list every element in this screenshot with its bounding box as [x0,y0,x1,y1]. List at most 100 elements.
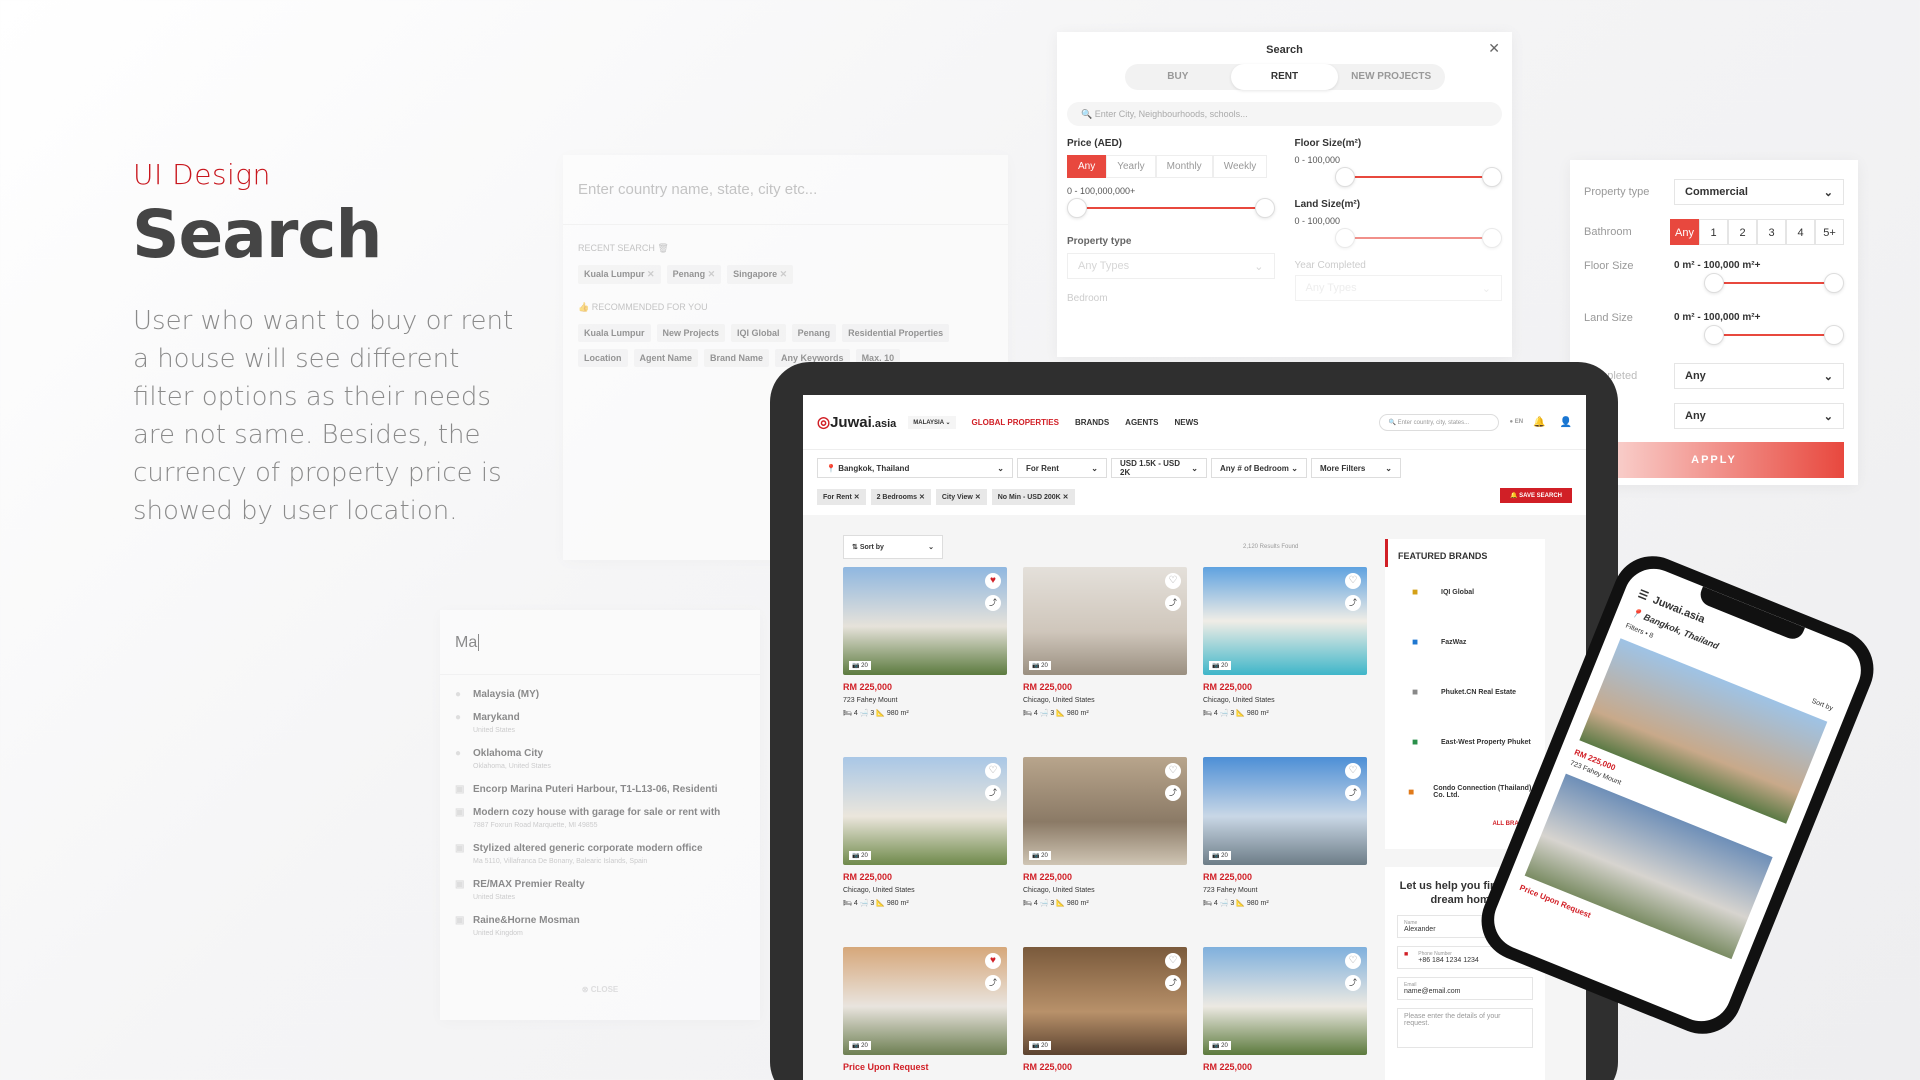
autocomplete-item[interactable]: ▣ Raine&Horne Mosman United Kingdom [440,909,760,945]
bathroom-option[interactable]: Any [1670,219,1699,245]
recommended-tag[interactable]: New Projects [656,324,726,342]
heart-icon[interactable]: ♡ [1345,573,1361,589]
brand-item[interactable]: ■ Phuket.CN Real Estate [1385,667,1545,717]
listing-photo[interactable]: ♡ ⤴ 📷 20 [1023,947,1187,1055]
site-search-input[interactable]: 🔍 Enter country, city, states... [1379,413,1500,431]
heart-icon[interactable]: ♡ [1345,953,1361,969]
recommended-tag[interactable]: Location [578,349,628,367]
recommended-tag[interactable]: Penang [791,324,837,342]
menu-icon[interactable]: ☰ [1636,587,1650,603]
brand-item[interactable]: ■ Condo Connection (Thailand) Co. Ltd. [1385,767,1545,817]
price-slider[interactable] [1067,196,1275,220]
autocomplete-item[interactable]: ▣ Stylized altered generic corporate mode… [440,837,760,873]
bathroom-option[interactable]: 1 [1699,219,1728,245]
share-icon[interactable]: ⤴ [985,975,1001,991]
bathroom-option[interactable]: 3 [1757,219,1786,245]
nav-brands[interactable]: BRANDS [1075,418,1109,427]
location-select[interactable]: 📍 Bangkok, Thailand ⌄ [817,458,1013,478]
listing-photo[interactable]: ♡ ⤴ 📷 20 [1203,567,1367,675]
autocomplete-item[interactable]: ▣ RE/MAX Premier Realty United States [440,873,760,909]
listing-photo[interactable]: ♡ ⤴ 📷 20 [843,757,1007,865]
land-slider[interactable] [1674,323,1844,347]
nav-global-properties[interactable]: GLOBAL PROPERTIES [972,418,1059,427]
recent-tag[interactable]: Kuala Lumpur ✕ [578,265,661,284]
price-period-option[interactable]: Any [1067,155,1107,178]
nav-news[interactable]: NEWS [1175,418,1199,427]
listing-card[interactable]: ♡ ⤴ 📷 20 RM 225,000 [1023,947,1187,1072]
save-search-button[interactable]: 🔔 SAVE SEARCH [1499,488,1572,503]
listing-card[interactable]: ♡ ⤴ 📷 20 RM 225,000 Chicago, United States 🛏 … [843,757,1007,907]
share-icon[interactable]: ⤴ [985,595,1001,611]
filter-chip[interactable]: For Rent ✕ [817,489,866,505]
close-icon[interactable]: ✕ [973,494,981,501]
share-icon[interactable]: ⤴ [1345,595,1361,611]
bathroom-option[interactable]: 5+ [1815,219,1844,245]
recommended-tag[interactable]: Residential Properties [842,324,950,342]
share-icon[interactable]: ⤴ [1165,785,1181,801]
city-search-input[interactable]: 🔍 Enter City, Neighbourhoods, schools... [1067,102,1502,126]
recommended-tag[interactable]: Agent Name [633,349,699,367]
autocomplete-item[interactable]: ▣ Encorp Marina Puteri Harbour, T1-L13-06… [440,778,760,801]
filter-chip[interactable]: 2 Bedrooms ✕ [870,489,931,505]
land-slider[interactable] [1295,226,1502,250]
phone-sort[interactable]: Sort by [1811,698,1834,713]
message-field[interactable]: Please enter the details of your request… [1397,1008,1533,1048]
floor-slider[interactable] [1674,271,1844,295]
tab-buy[interactable]: BUY [1125,64,1232,90]
email-field[interactable]: Email name@email.com [1397,977,1533,1000]
listing-photo[interactable]: ♡ ⤴ 📷 20 [1203,757,1367,865]
listing-photo[interactable]: ♡ ⤴ 📷 20 [1023,567,1187,675]
heart-icon[interactable]: ♥ [985,573,1001,589]
bell-icon[interactable]: 🔔 [1533,417,1545,428]
brand-item[interactable]: ■ FazWaz [1385,617,1545,667]
recommended-tag[interactable]: IQI Global [731,324,786,342]
trash-icon[interactable]: 🗑 [657,243,668,253]
close-icon[interactable]: ✕ [705,269,716,279]
share-icon[interactable]: ⤴ [1165,595,1181,611]
listing-card[interactable]: ♡ ⤴ 📷 20 RM 225,000 723 Fahey Mount 🛏 4 🛁 3 📐… [1203,757,1367,907]
heart-icon[interactable]: ♡ [1165,953,1181,969]
filter-chip[interactable]: No Min - USD 200K ✕ [991,489,1075,505]
site-logo[interactable]: ◎Juwai.asia [817,413,896,431]
price-period-option[interactable]: Monthly [1155,155,1213,178]
brand-item[interactable]: ■ IQI Global [1385,567,1545,617]
recent-tag[interactable]: Penang ✕ [666,265,722,284]
extra-select[interactable]: Any ⌄ [1674,403,1844,429]
country-selector[interactable]: MALAYSIA ⌄ [908,415,956,429]
listing-card[interactable]: ♡ ⤴ 📷 20 RM 225,000 Chicago, United States 🛏 … [1023,567,1187,717]
bedroom-select[interactable]: Any # of Bedroom ⌄ [1211,458,1307,478]
close-icon[interactable]: ✕ [852,494,860,501]
recent-tag[interactable]: Singapore ✕ [727,265,794,284]
price-select[interactable]: USD 1.5K - USD 2K ⌄ [1111,458,1207,478]
share-icon[interactable]: ⤴ [985,785,1001,801]
close-icon[interactable]: ✕ [917,494,925,501]
more-filters-select[interactable]: More Filters ⌄ [1311,458,1401,478]
close-icon[interactable]: ✕ [1061,494,1069,501]
tab-new-projects[interactable]: NEW PROJECTS [1338,64,1445,90]
share-icon[interactable]: ⤴ [1345,785,1361,801]
floor-slider[interactable] [1295,165,1502,189]
listing-photo[interactable]: ♡ ⤴ 📷 20 [1203,947,1367,1055]
bathroom-option[interactable]: 4 [1786,219,1815,245]
close-button[interactable]: ⊗ CLOSE [440,985,760,994]
apply-button[interactable]: APPLY [1584,442,1844,478]
heart-icon[interactable]: ♡ [1165,573,1181,589]
nav-agents[interactable]: AGENTS [1125,418,1158,427]
close-icon[interactable]: ✕ [777,269,788,279]
year-select[interactable]: Any Types ⌄ [1294,275,1502,301]
property-type-select[interactable]: Commercial ⌄ [1674,179,1844,205]
language-selector[interactable]: ● EN [1509,419,1523,425]
filter-chip[interactable]: City View ✕ [935,489,987,505]
recommended-tag[interactable]: Brand Name [704,349,770,367]
type-select[interactable]: For Rent ⌄ [1017,458,1107,478]
listing-photo[interactable]: ♥ ⤴ 📷 20 [843,947,1007,1055]
sort-select[interactable]: ⇅ Sort by ⌄ [843,535,943,559]
autocomplete-input[interactable]: Ma [440,610,760,675]
share-icon[interactable]: ⤴ [1345,975,1361,991]
autocomplete-item[interactable]: ▣ Modern cozy house with garage for sale … [440,801,760,837]
bathroom-option[interactable]: 2 [1728,219,1757,245]
listing-card[interactable]: ♡ ⤴ 📷 20 RM 225,000 Chicago, United States 🛏 … [1203,567,1367,717]
country-search-input[interactable]: Enter country name, state, city etc... [563,155,1008,225]
listing-card[interactable]: ♡ ⤴ 📷 20 RM 225,000 Chicago, United States 🛏 … [1023,757,1187,907]
autocomplete-item[interactable]: ● Marykand United States [440,706,760,742]
